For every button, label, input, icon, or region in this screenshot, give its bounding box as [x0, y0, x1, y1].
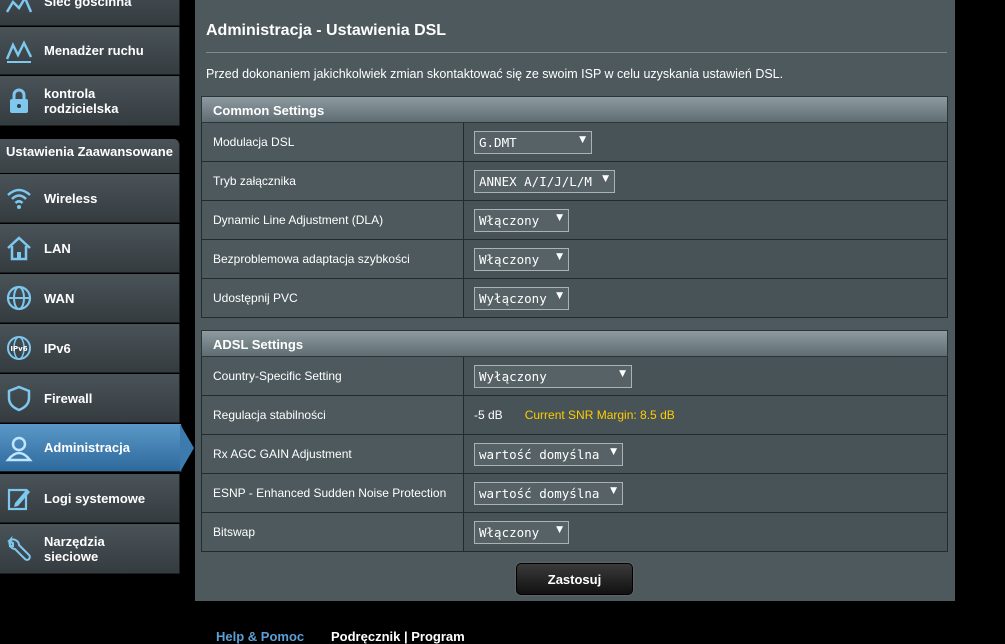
- rx-agc-select[interactable]: wartość domyślna ▼: [474, 442, 623, 466]
- ipv6-globe-icon: IPv6: [4, 333, 34, 363]
- traffic-chart-icon: [4, 36, 34, 66]
- page-title: Administracja - Ustawienia DSL: [206, 22, 447, 39]
- shield-icon: [4, 383, 34, 413]
- apply-button[interactable]: Zastosuj: [516, 563, 633, 595]
- setting-row-dla: Dynamic Line Adjustment (DLA) Włączony ▼: [201, 201, 948, 240]
- sidebar-item-ipv6[interactable]: IPv6 IPv6: [0, 324, 180, 373]
- sidebar-item-firewall[interactable]: Firewall: [0, 374, 180, 423]
- setting-label: Bezproblemowa adaptacja szybkości: [202, 240, 464, 278]
- setting-label: Udostępnij PVC: [202, 279, 464, 317]
- setting-label: Dynamic Line Adjustment (DLA): [202, 201, 464, 239]
- select-value: wartość domyślna: [479, 446, 600, 462]
- annex-mode-select[interactable]: ANNEX A/I/J/L/M ▼: [474, 169, 615, 193]
- select-value: Wyłączony: [479, 368, 547, 384]
- sidebar: Sieć gościnna Menadżer ruchu kontrola ro…: [0, 0, 194, 638]
- select-value: wartość domyślna: [479, 485, 600, 501]
- wifi-icon: [4, 183, 34, 213]
- sidebar-item-lan[interactable]: LAN: [0, 224, 180, 273]
- globe-icon: [4, 283, 34, 313]
- sidebar-item-label: Wireless: [44, 190, 98, 206]
- help-link[interactable]: Help & Pomoc: [216, 629, 304, 644]
- sidebar-item-parental-control[interactable]: kontrola rodzicielska: [0, 76, 180, 126]
- sidebar-item-wireless[interactable]: Wireless: [0, 174, 180, 223]
- country-setting-select[interactable]: Wyłączony ▼: [474, 364, 632, 388]
- chevron-down-icon: ▼: [556, 524, 563, 535]
- chevron-down-icon: ▼: [610, 485, 617, 496]
- lock-icon: [4, 86, 34, 116]
- bitswap-select[interactable]: Włączony ▼: [474, 520, 569, 544]
- chevron-down-icon: ▼: [579, 134, 586, 145]
- sidebar-item-wan[interactable]: WAN: [0, 274, 180, 323]
- setting-row-esnp: ESNP - Enhanced Sudden Noise Protection …: [201, 474, 948, 513]
- right-edge: [962, 0, 1005, 638]
- user-icon: [4, 433, 34, 463]
- chevron-down-icon: ▼: [610, 446, 617, 457]
- select-value: Włączony: [479, 212, 540, 228]
- section-header: Common Settings: [201, 96, 948, 123]
- chevron-down-icon: ▼: [556, 290, 563, 301]
- sidebar-item-label: LAN: [44, 240, 71, 256]
- setting-label: Modulacja DSL: [202, 123, 464, 161]
- sidebar-item-label: Administracja: [44, 440, 130, 455]
- share-pvc-select[interactable]: Wyłączony ▼: [474, 286, 569, 310]
- seamless-rate-select[interactable]: Włączony ▼: [474, 247, 569, 271]
- common-settings-section: Common Settings Modulacja DSL G.DMT ▼ Try…: [201, 96, 948, 318]
- advanced-settings-header: Ustawienia Zaawansowane: [0, 139, 180, 173]
- sidebar-item-label: Menadżer ruchu: [44, 43, 144, 58]
- setting-label: Bitswap: [202, 513, 464, 551]
- setting-label: Tryb załącznika: [202, 162, 464, 200]
- sidebar-item-label: Sieć gościnna: [44, 0, 132, 9]
- select-value: Włączony: [479, 524, 540, 540]
- sidebar-item-label: Logi systemowe: [44, 490, 146, 506]
- setting-label: Country-Specific Setting: [202, 357, 464, 395]
- sidebar-item-traffic-manager[interactable]: Menadżer ruchu: [0, 27, 180, 75]
- sidebar-item-system-log[interactable]: Logi systemowe: [0, 474, 180, 523]
- setting-row-bitswap: Bitswap Włączony ▼: [201, 513, 948, 552]
- setting-row-rx-agc: Rx AGC GAIN Adjustment wartość domyślna ▼: [201, 435, 948, 474]
- sidebar-item-label: Narzędzia sieciowe: [44, 533, 105, 564]
- sidebar-item-label: IPv6: [44, 340, 71, 356]
- stability-value: -5 dB: [474, 408, 503, 422]
- setting-row-annex-mode: Tryb załącznika ANNEX A/I/J/L/M ▼: [201, 162, 948, 201]
- edit-log-icon: [4, 483, 34, 513]
- dsl-modulation-select[interactable]: G.DMT ▼: [474, 130, 592, 154]
- wrench-icon: [4, 534, 34, 564]
- setting-label: Rx AGC GAIN Adjustment: [202, 435, 464, 473]
- setting-label: Regulacja stabilności: [202, 396, 464, 434]
- select-value: Wyłączony: [479, 290, 547, 306]
- setting-row-seamless-rate: Bezproblemowa adaptacja szybkości Włączo…: [201, 240, 948, 279]
- select-value: Włączony: [479, 251, 540, 267]
- chevron-down-icon: ▼: [619, 368, 626, 379]
- adsl-settings-section: ADSL Settings Country-Specific Setting W…: [201, 330, 948, 552]
- sidebar-item-network-tools[interactable]: Narzędzia sieciowe: [0, 524, 180, 574]
- setting-row-dsl-modulation: Modulacja DSL G.DMT ▼: [201, 123, 948, 162]
- chevron-down-icon: ▼: [602, 173, 609, 184]
- svg-text:IPv6: IPv6: [10, 345, 27, 353]
- page-description: Przed dokonaniem jakichkolwiek zmian sko…: [206, 67, 784, 81]
- snr-margin-text: Current SNR Margin: 8.5 dB: [524, 408, 675, 422]
- chevron-down-icon: ▼: [556, 212, 563, 223]
- sidebar-item-guest-network[interactable]: Sieć gościnna: [0, 0, 180, 26]
- esnp-select[interactable]: wartość domyślna ▼: [474, 481, 623, 505]
- select-value: ANNEX A/I/J/L/M: [479, 173, 592, 189]
- select-value: G.DMT: [479, 134, 517, 150]
- globe-network-icon: [4, 0, 34, 17]
- setting-row-country: Country-Specific Setting Wyłączony ▼: [201, 357, 948, 396]
- setting-row-share-pvc: Udostępnij PVC Wyłączony ▼: [201, 279, 948, 318]
- main-panel: Administracja - Ustawienia DSL Przed dok…: [195, 0, 955, 601]
- dla-select[interactable]: Włączony ▼: [474, 208, 569, 232]
- sidebar-item-label: WAN: [44, 290, 75, 306]
- setting-row-stability: Regulacja stabilności -5 dB Current SNR M…: [201, 396, 948, 435]
- active-indicator: [180, 424, 194, 472]
- manual-link[interactable]: Podręcznik | Program: [331, 629, 465, 644]
- chevron-down-icon: ▼: [556, 251, 563, 262]
- title-divider: [206, 52, 947, 53]
- home-icon: [4, 233, 34, 263]
- setting-label: ESNP - Enhanced Sudden Noise Protection: [202, 474, 464, 512]
- sidebar-item-label: Firewall: [44, 390, 93, 406]
- section-header: ADSL Settings: [201, 330, 948, 357]
- sidebar-item-label: kontrola rodzicielska: [44, 85, 119, 116]
- sidebar-item-administration[interactable]: Administracja: [0, 424, 182, 472]
